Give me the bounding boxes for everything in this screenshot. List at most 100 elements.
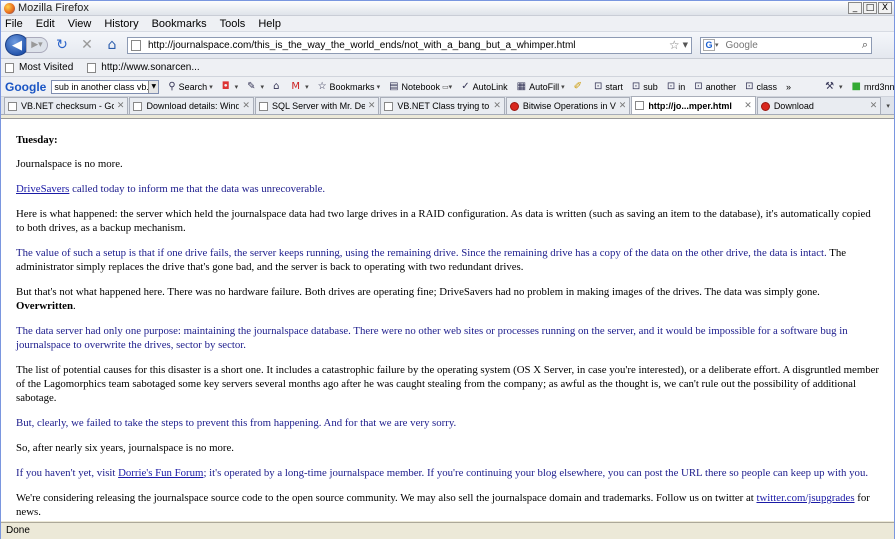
notebook-icon: ▤ — [389, 81, 399, 92]
gmail-icon: M — [291, 81, 301, 92]
url-dropdown-icon[interactable]: ▼ — [683, 41, 688, 49]
toolbar-color-icon[interactable]: ◘ ▾ — [222, 81, 238, 92]
toolbar-tools-icon[interactable]: ✎ ▾ — [247, 81, 264, 92]
tools-icon: ✎ — [247, 81, 256, 92]
tab-download[interactable]: Download ✕ — [756, 97, 882, 114]
search-bar[interactable]: G ▾ ⌕ — [700, 36, 872, 54]
tab-vbnet-class[interactable]: VB.NET Class trying to a...✕ — [380, 97, 505, 114]
close-icon[interactable]: ✕ — [117, 101, 125, 111]
magnifier-icon: ⚲ — [168, 81, 176, 92]
autofill-icon: ▦ — [516, 81, 527, 92]
find-icon: ⊡ — [631, 81, 641, 92]
close-icon[interactable]: ✕ — [493, 101, 501, 111]
dorries-forum-link[interactable]: Dorrie's Fun Forum — [118, 467, 203, 479]
status-bar: Done — [1, 522, 894, 539]
autolink-icon: ✓ — [461, 81, 470, 92]
google-engine-icon[interactable]: G — [703, 39, 715, 51]
reload-button[interactable]: ↻ — [51, 35, 73, 55]
tab-list-dropdown-icon[interactable]: ▾ — [882, 98, 894, 114]
menu-file[interactable]: File — [5, 18, 23, 30]
tab-bitwise-operations[interactable]: Bitwise Operations in VB...✕ — [505, 97, 631, 114]
window-controls: _ □ X — [848, 2, 894, 14]
arrow-right-icon: ▶▾ — [31, 40, 43, 50]
stop-icon: ✕ — [81, 37, 93, 53]
article-paragraph: So, after nearly six years, journalspace… — [16, 442, 234, 454]
toolbar-term-class[interactable]: ⊡ class — [745, 81, 777, 92]
google-logo[interactable]: Google — [5, 80, 46, 94]
toolbar-more[interactable]: » — [786, 82, 791, 92]
close-icon[interactable]: ✕ — [744, 101, 752, 111]
article-paragraph: The data server had only one purpose: ma… — [16, 325, 848, 351]
toolbar-bookmarks-button[interactable]: ☆ Bookmarks ▾ — [318, 81, 381, 92]
twitter-link[interactable]: twitter.com/jsupgrades — [756, 492, 854, 504]
search-icon[interactable]: ⌕ — [862, 38, 868, 52]
tab-sql-server[interactable]: SQL Server with Mr. De... ✕ — [254, 97, 380, 114]
bookmark-star-icon[interactable]: ☆ — [669, 38, 680, 52]
close-icon[interactable]: ✕ — [619, 101, 627, 111]
article-paragraph: The value of such a setup is that if one… — [16, 247, 847, 273]
google-favicon-icon — [8, 101, 17, 111]
article-paragraph: The list of potential causes for this di… — [16, 364, 880, 404]
chevron-down-icon: ▭▾ — [442, 82, 453, 91]
google-search-box[interactable]: sub in another class vb.net ▼ — [51, 79, 160, 94]
restore-button[interactable]: □ — [863, 2, 877, 14]
menu-edit[interactable]: Edit — [36, 18, 55, 30]
find-icon: ⊡ — [594, 81, 603, 92]
close-icon[interactable]: ✕ — [242, 101, 250, 111]
page-favicon-icon — [258, 101, 268, 111]
google-query-text[interactable]: sub in another class vb.net — [54, 81, 148, 93]
title-bar: Mozilla Firefox _ □ X — [1, 1, 894, 16]
article-paragraph: Journalspace is no more. — [16, 158, 123, 170]
engine-dropdown-icon[interactable]: ▾ — [715, 41, 719, 49]
bookmarks-toolbar: Most Visited http://www.sonarcen... — [1, 59, 894, 77]
menu-tools[interactable]: Tools — [220, 18, 246, 30]
chevron-down-icon: ▾ — [234, 82, 239, 91]
home-button[interactable]: ⌂ — [101, 35, 123, 55]
firefox-logo-icon — [4, 2, 15, 14]
article-paragraph: If you haven't yet, visit Dorrie's Fun F… — [16, 467, 869, 479]
bookmark-most-visited[interactable]: Most Visited — [5, 62, 73, 73]
tab-download-details[interactable]: Download details: Wind... ✕ — [129, 97, 254, 114]
menu-bookmarks[interactable]: Bookmarks — [152, 18, 207, 30]
find-icon: ⊡ — [666, 81, 676, 92]
stop-button[interactable]: ✕ — [76, 35, 98, 55]
find-icon: ⊡ — [745, 81, 754, 92]
article-paragraph: But, clearly, we failed to take the step… — [16, 417, 457, 429]
menu-view[interactable]: View — [68, 18, 92, 30]
menu-history[interactable]: History — [104, 18, 138, 30]
toolbar-share-icon[interactable]: ⌂ — [273, 81, 282, 92]
tab-journalspace[interactable]: http://jo...mper.html ✕ — [631, 96, 756, 114]
toolbar-term-sub[interactable]: ⊡ sub — [632, 81, 658, 92]
chevron-down-icon[interactable]: ▼ — [148, 80, 159, 93]
google-search-button[interactable]: ⚲ Search ▾ — [168, 81, 212, 92]
toolbar-term-in[interactable]: ⊡ in — [667, 81, 685, 92]
tab-vbnet-checksum[interactable]: VB.NET checksum - Goo...✕ — [4, 97, 129, 114]
toolbar-gmail-icon[interactable]: M ▾ — [291, 81, 308, 92]
toolbar-autolink-button[interactable]: ✓ AutoLink — [461, 81, 507, 92]
toolbar-notebook-button[interactable]: ▤ Notebook ▭▾ — [389, 81, 452, 92]
chevron-down-icon: ▾ — [305, 82, 309, 91]
bookmark-sonarcen[interactable]: http://www.sonarcen... — [87, 62, 200, 73]
star-icon: ☆ — [317, 81, 327, 92]
minimize-button[interactable]: _ — [848, 2, 862, 14]
article-paragraph: We're considering releasing the journals… — [16, 492, 870, 518]
toolbar-highlight-icon[interactable]: ✐ — [574, 81, 585, 92]
chevron-down-icon: ▾ — [839, 82, 843, 91]
reload-icon: ↻ — [56, 37, 68, 53]
drivesavers-link[interactable]: DriveSavers — [16, 183, 69, 195]
close-icon[interactable]: ✕ — [870, 101, 878, 111]
address-bar[interactable]: http://journalspace.com/this_is_the_way_… — [127, 36, 692, 54]
toolbar-autofill-button[interactable]: ▦ AutoFill ▾ — [517, 81, 565, 92]
find-icon: ⊡ — [694, 81, 703, 92]
search-input[interactable] — [725, 39, 856, 51]
url-text[interactable]: http://journalspace.com/this_is_the_way_… — [148, 40, 669, 51]
toolbar-term-start[interactable]: ⊡ start — [594, 81, 623, 92]
toolbar-term-another[interactable]: ⊡ another — [694, 81, 736, 92]
toolbar-account[interactable]: ■mrd3nny▾ — [852, 81, 894, 92]
chevron-down-icon: ▾ — [376, 82, 381, 91]
menu-help[interactable]: Help — [258, 18, 281, 30]
close-icon[interactable]: ✕ — [368, 101, 376, 111]
forward-button[interactable]: ▶▾ — [26, 37, 48, 53]
toolbar-settings-icon[interactable]: ⚒ ▾ — [825, 81, 842, 92]
close-button[interactable]: X — [878, 2, 892, 14]
